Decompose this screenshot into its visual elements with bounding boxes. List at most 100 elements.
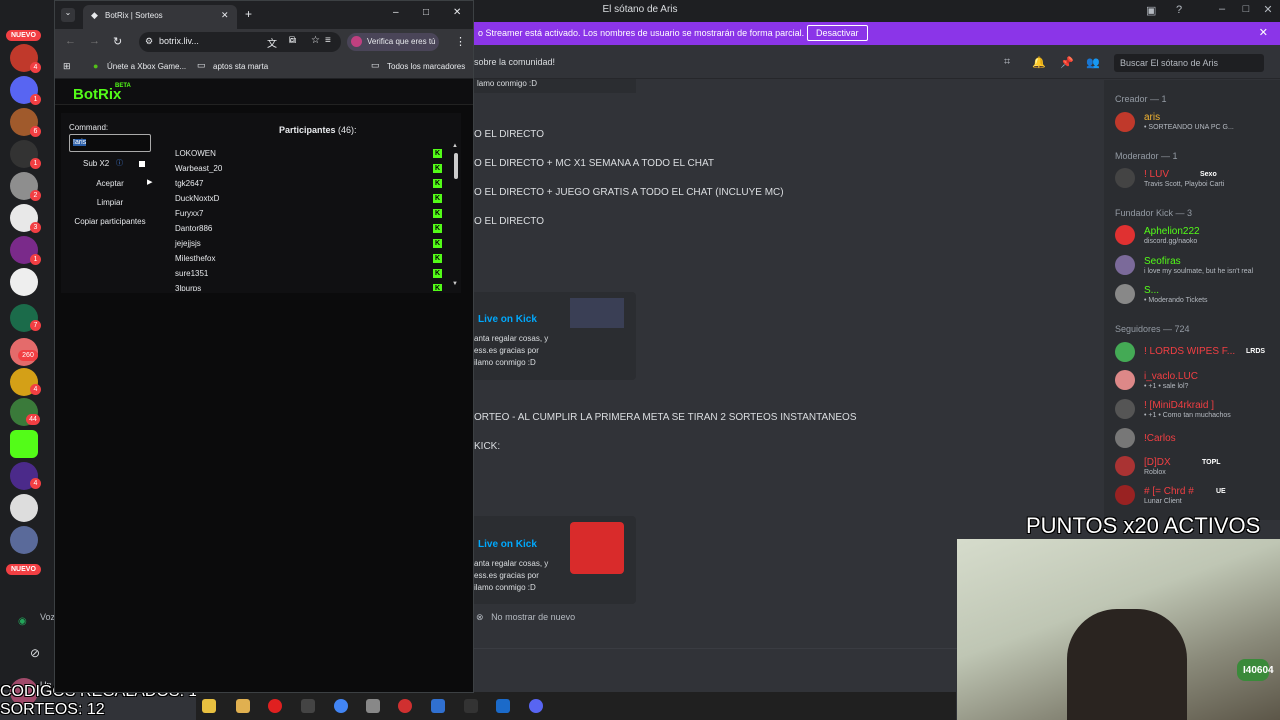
member-name[interactable]: Seofiras	[1144, 256, 1181, 267]
apps-icon[interactable]: ⊞	[63, 61, 71, 72]
deactivate-button[interactable]: Desactivar	[807, 25, 868, 41]
minimize-icon[interactable]: –	[393, 7, 399, 18]
new-badge: NUEVO	[6, 30, 41, 41]
member-avatar[interactable]	[1115, 225, 1135, 245]
member-avatar[interactable]	[1115, 485, 1135, 505]
threads-icon[interactable]: ⌗	[1004, 56, 1010, 69]
member-status: Travis Scott, Playboi Carti	[1144, 181, 1225, 188]
copy-participants-button[interactable]: Copiar participantes	[65, 215, 155, 228]
mute-icon[interactable]: ⊘	[30, 646, 40, 660]
member-category: Fundador Kick — 3	[1115, 208, 1193, 218]
tab-close-icon[interactable]: ✕	[221, 10, 229, 21]
unread-badge: 260	[18, 350, 38, 361]
member-avatar[interactable]	[1115, 399, 1135, 419]
dont-show-label: No mostrar de nuevo	[491, 612, 576, 622]
url-text: botrix.liv...	[159, 36, 199, 46]
forward-icon[interactable]: →	[89, 35, 100, 47]
member-avatar[interactable]	[1115, 428, 1135, 448]
sub-x2-label: Sub X2	[83, 159, 110, 168]
verify-chip[interactable]: Verifica que eres tú	[347, 33, 439, 51]
bell-icon[interactable]: 🔔	[1032, 56, 1046, 69]
all-bookmarks[interactable]: Todos los marcadores	[387, 62, 465, 71]
member-avatar[interactable]	[1115, 255, 1135, 275]
pin-icon[interactable]: 📌	[1060, 56, 1074, 69]
server-icon[interactable]	[10, 268, 38, 296]
kick-embed: Live on Kick anta regalar cosas, y ess.e…	[474, 292, 636, 380]
member-list: Creador — 1 aris • SORTEANDO UNA PC G...…	[1104, 80, 1280, 520]
address-bar[interactable]: ⚙ botrix.liv... 文 ⌕ ☆	[139, 32, 341, 52]
star-icon[interactable]: ☆	[311, 35, 320, 46]
discord-icon[interactable]	[529, 699, 543, 713]
server-icon[interactable]	[10, 526, 38, 554]
bookmark-folder[interactable]: aptos sta marta	[213, 62, 268, 71]
chrome-icon[interactable]	[334, 699, 348, 713]
steam-icon[interactable]	[496, 699, 510, 713]
botrix-page: BotRix BETA Command: !aris Sub X2 ⓘ Acep…	[55, 79, 473, 692]
member-name[interactable]: [D]DX	[1144, 457, 1171, 468]
tab-search-icon[interactable]: ⌄	[61, 8, 75, 22]
member-avatar[interactable]	[1115, 168, 1135, 188]
vscode-icon[interactable]	[431, 699, 445, 713]
new-tab-icon[interactable]: +	[245, 7, 252, 21]
member-avatar[interactable]	[1115, 284, 1135, 304]
back-icon[interactable]: ←	[65, 35, 76, 47]
maximize-icon[interactable]: □	[1236, 3, 1256, 15]
member-name[interactable]: # [= Chrd #	[1144, 486, 1194, 497]
sub-x2-checkbox[interactable]	[139, 161, 145, 167]
member-name[interactable]: ! LORDS WIPES F...	[1144, 346, 1235, 357]
channel-topic: sobre la comunidad!	[474, 57, 556, 67]
bookmark-xbox[interactable]: Únete a Xbox Game...	[107, 62, 186, 71]
list-scrollbar[interactable]: ▲ ▼	[451, 143, 461, 291]
scroll-thumb[interactable]	[454, 153, 458, 179]
member-name[interactable]: i_vaclo.LUC	[1144, 371, 1198, 382]
scroll-up-icon[interactable]: ▲	[452, 143, 458, 149]
close-icon[interactable]: ✕	[453, 7, 461, 18]
kick-server-icon[interactable]	[10, 430, 38, 458]
accept-button[interactable]: Aceptar	[71, 177, 149, 190]
participant-name: Furyxx7	[175, 209, 204, 218]
member-avatar[interactable]	[1115, 112, 1135, 132]
member-name[interactable]: S...	[1144, 285, 1159, 296]
close-icon[interactable]: ✕	[1259, 26, 1268, 39]
command-input[interactable]: !aris	[69, 134, 151, 152]
help-icon[interactable]: ?	[1176, 4, 1182, 16]
widgets-icon[interactable]	[202, 699, 216, 713]
member-name[interactable]: aris	[1144, 112, 1160, 123]
menu-icon[interactable]: ⋮	[455, 35, 466, 48]
message-line: ORTEO - AL CUMPLIR LA PRIMERA META SE TI…	[474, 412, 857, 423]
app-icon[interactable]	[366, 699, 380, 713]
tab-botrix[interactable]: ◆ BotRix | Sorteos ✕	[83, 5, 237, 29]
member-avatar[interactable]	[1115, 370, 1135, 390]
member-name[interactable]: ! [MiniD4rkraid ]	[1144, 400, 1214, 411]
app-icon[interactable]	[301, 699, 315, 713]
points-overlay: PUNTOS x20 ACTIVOS	[1026, 513, 1261, 538]
member-status: • +1 • Como tan muchachos	[1144, 412, 1231, 419]
inbox-icon[interactable]: ▣	[1146, 4, 1156, 17]
dont-show-again[interactable]: ⊗ No mostrar de nuevo	[476, 612, 575, 623]
clear-button[interactable]: Limpiar	[71, 196, 149, 209]
members-icon[interactable]: 👥	[1086, 56, 1100, 69]
app-icon[interactable]	[398, 699, 412, 713]
member-name[interactable]: !Carlos	[1144, 433, 1176, 444]
member-name[interactable]: Aphelion222	[1144, 226, 1200, 237]
search-input[interactable]: Buscar El sótano de Aris	[1114, 54, 1264, 72]
maximize-icon[interactable]: □	[423, 7, 429, 18]
reload-icon[interactable]: ↻	[113, 35, 122, 48]
site-info-icon[interactable]: ⚙	[145, 36, 153, 47]
member-avatar[interactable]	[1115, 342, 1135, 362]
info-icon[interactable]: ⓘ	[116, 158, 123, 168]
opera-icon[interactable]	[268, 699, 282, 713]
embed-title[interactable]: Live on Kick	[478, 539, 537, 550]
extensions-icon[interactable]: ⧉	[289, 35, 296, 46]
epic-icon[interactable]	[464, 699, 478, 713]
reading-list-icon[interactable]: ≡	[325, 35, 331, 46]
scroll-down-icon[interactable]: ▼	[452, 281, 458, 287]
member-name[interactable]: ! LUV	[1144, 169, 1169, 180]
close-icon[interactable]: ✕	[1258, 3, 1278, 16]
member-avatar[interactable]	[1115, 456, 1135, 476]
server-icon[interactable]	[10, 494, 38, 522]
minimize-icon[interactable]: –	[1212, 3, 1232, 15]
embed-title[interactable]: Live on Kick	[478, 314, 537, 325]
explorer-icon[interactable]	[236, 699, 250, 713]
translate-icon[interactable]: 文	[267, 35, 277, 50]
